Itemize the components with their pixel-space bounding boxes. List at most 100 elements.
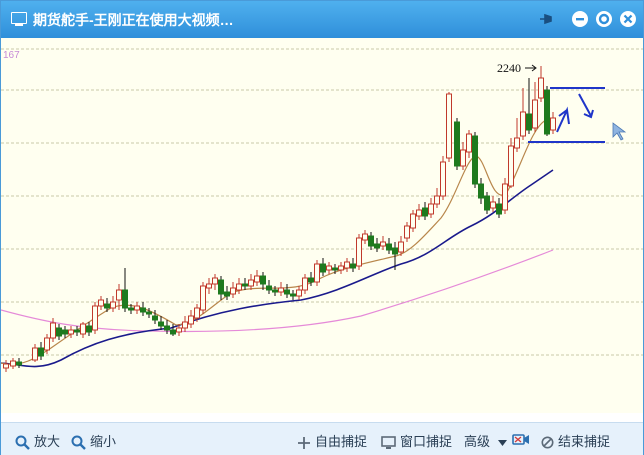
candle xyxy=(224,286,230,300)
candle-body xyxy=(254,275,260,283)
candle xyxy=(62,326,68,338)
candle xyxy=(188,310,194,328)
candle xyxy=(80,322,86,338)
candle xyxy=(56,324,62,340)
candle xyxy=(326,262,332,274)
candle-body xyxy=(532,99,538,129)
free-capture-button[interactable]: 自由捕捉 xyxy=(297,431,367,450)
video-camera-icon xyxy=(512,434,529,445)
end-capture-button[interactable]: 结束捕捉 xyxy=(541,431,610,450)
window-capture-button[interactable]: 窗口捕捉 xyxy=(381,431,452,450)
pin-icon[interactable] xyxy=(537,10,555,28)
candle-body xyxy=(194,307,200,319)
candle xyxy=(278,282,284,296)
candle xyxy=(3,360,9,372)
candle-body xyxy=(526,113,532,131)
candle xyxy=(404,222,410,242)
candle-body xyxy=(416,209,422,217)
candle-body xyxy=(266,285,272,291)
capture-window: 期货舵手-王刚正在使用大视频… 167 2240 放大 缩小 自由捕捉 窗口捕捉… xyxy=(0,0,644,455)
candle xyxy=(356,234,362,270)
candle xyxy=(212,274,218,290)
candle xyxy=(514,118,520,152)
candle-body xyxy=(386,243,392,251)
candle-body xyxy=(80,323,86,335)
candle-body xyxy=(472,135,478,185)
candle xyxy=(74,326,80,336)
candle xyxy=(296,286,302,300)
candle-body xyxy=(134,305,140,311)
candle xyxy=(242,278,248,290)
candle-body xyxy=(16,361,22,366)
candle xyxy=(38,342,44,360)
candle-body xyxy=(206,283,212,289)
candle-body xyxy=(350,263,356,269)
monitor-icon xyxy=(11,12,27,26)
candle-body xyxy=(538,77,544,99)
candle xyxy=(502,178,508,214)
candle-body xyxy=(484,195,490,211)
stop-icon xyxy=(541,436,554,449)
chevron-down-icon xyxy=(497,439,507,446)
zoom-in-button[interactable]: 放大 xyxy=(15,431,60,450)
candle-body xyxy=(3,363,9,369)
candle-body xyxy=(170,329,176,335)
crosshair-icon xyxy=(298,436,310,449)
candle xyxy=(248,274,254,290)
candle-body xyxy=(374,243,380,249)
candle-body xyxy=(302,277,308,291)
window-icon xyxy=(381,435,396,449)
close-button[interactable] xyxy=(619,10,637,28)
candle xyxy=(122,268,128,312)
capture-toolbar: 放大 缩小 自由捕捉 窗口捕捉 高级 结束捕捉 xyxy=(1,422,643,455)
candle-body xyxy=(140,307,146,313)
candle xyxy=(110,296,116,312)
candle-body xyxy=(344,261,350,269)
candle-body xyxy=(122,289,128,309)
video-camera-button[interactable] xyxy=(512,431,534,446)
candle-body xyxy=(242,283,248,287)
minimize-button[interactable] xyxy=(571,10,589,28)
candle-body xyxy=(50,322,56,339)
settings-button[interactable] xyxy=(595,10,613,28)
candle-body xyxy=(428,203,434,215)
candle-body xyxy=(308,277,314,283)
candle xyxy=(466,130,472,158)
title-bar: 期货舵手-王刚正在使用大视频… xyxy=(1,1,643,38)
cursor-icon xyxy=(612,122,627,141)
candle xyxy=(266,280,272,294)
candle-body xyxy=(460,149,466,167)
candle xyxy=(218,276,224,300)
candle-body xyxy=(44,337,50,351)
candle-body xyxy=(218,279,224,295)
candle xyxy=(410,210,416,232)
candle xyxy=(32,344,38,362)
zoom-out-button[interactable]: 缩小 xyxy=(71,431,116,450)
candle xyxy=(428,198,434,218)
kline-chart: 167 2240 xyxy=(1,38,643,413)
chart-footer-gap xyxy=(1,413,643,422)
candle xyxy=(538,66,544,102)
end-capture-label: 结束捕捉 xyxy=(558,434,611,449)
advanced-dropdown[interactable]: 高级 xyxy=(464,431,511,450)
candle-body xyxy=(188,315,194,325)
candle-body xyxy=(86,325,92,333)
zoom-in-icon xyxy=(15,435,30,450)
candle-body xyxy=(92,305,98,331)
candle-body xyxy=(98,299,104,307)
candle-body xyxy=(398,241,404,253)
candle-body xyxy=(10,360,16,367)
candle-body xyxy=(514,137,520,149)
candle-body xyxy=(490,201,496,209)
candle xyxy=(92,302,98,334)
candle xyxy=(380,236,386,250)
candle xyxy=(544,86,550,136)
candle-body xyxy=(56,327,62,337)
kline-chart-svg: 167 2240 xyxy=(1,48,643,372)
candle-body xyxy=(446,93,452,159)
window-title: 期货舵手-王刚正在使用大视频… xyxy=(33,12,234,28)
window-capture-label: 窗口捕捉 xyxy=(400,434,453,449)
candle xyxy=(44,334,50,354)
candle-body xyxy=(550,117,556,131)
top-axis-label: 167 xyxy=(3,50,20,61)
